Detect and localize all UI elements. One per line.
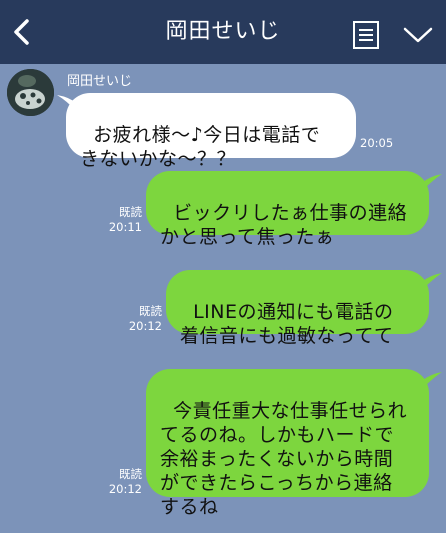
chat-header: 岡田せいじ: [0, 0, 446, 64]
message-bubble-outgoing[interactable]: ビックリしたぁ仕事の連絡 かと思って焦ったぁ: [146, 171, 429, 248]
read-label: 既読: [119, 467, 142, 481]
menu-dropdown-button[interactable]: [401, 22, 435, 48]
note-icon: [353, 21, 379, 49]
message-time: 20:12: [108, 482, 142, 496]
message-time: 20:11: [108, 220, 142, 234]
message-text: LINEの通知にも電話の 着信音にも過敏なってて: [180, 301, 394, 347]
message-text: ビックリしたぁ仕事の連絡 かと思って焦ったぁ: [160, 202, 408, 248]
avatar-photo: [7, 69, 54, 116]
read-label: 既読: [119, 205, 142, 219]
message-time: 20:12: [128, 319, 162, 333]
read-label: 既読: [139, 304, 162, 318]
message-bubble-incoming[interactable]: お疲れ様〜♪今日は電話で きないかな〜？？: [66, 93, 356, 170]
message-time: 20:05: [360, 136, 394, 150]
bubble-tail-outgoing: [423, 372, 442, 388]
read-receipt: 既読 20:12: [128, 304, 162, 334]
chevron-down-icon: [403, 27, 433, 43]
read-receipt: 既読 20:11: [108, 205, 142, 235]
memo-button[interactable]: [351, 19, 381, 51]
message-text: 今責任重大な仕事任せられ てるのね。しかもハードで 余裕まったくないから時間 が…: [160, 400, 408, 518]
message-bubble-outgoing[interactable]: 今責任重大な仕事任せられ てるのね。しかもハードで 余裕まったくないから時間 が…: [146, 369, 429, 518]
bubble-tail-outgoing: [423, 174, 442, 190]
message-bubble-outgoing[interactable]: LINEの通知にも電話の 着信音にも過敏なってて: [166, 270, 429, 347]
sender-name: 岡田せいじ: [67, 74, 133, 89]
message-text: お疲れ様〜♪今日は電話で きないかな〜？？: [80, 124, 321, 170]
read-receipt: 既読 20:12: [108, 467, 142, 497]
bubble-tail-outgoing: [423, 273, 442, 289]
contact-avatar[interactable]: [7, 69, 54, 116]
